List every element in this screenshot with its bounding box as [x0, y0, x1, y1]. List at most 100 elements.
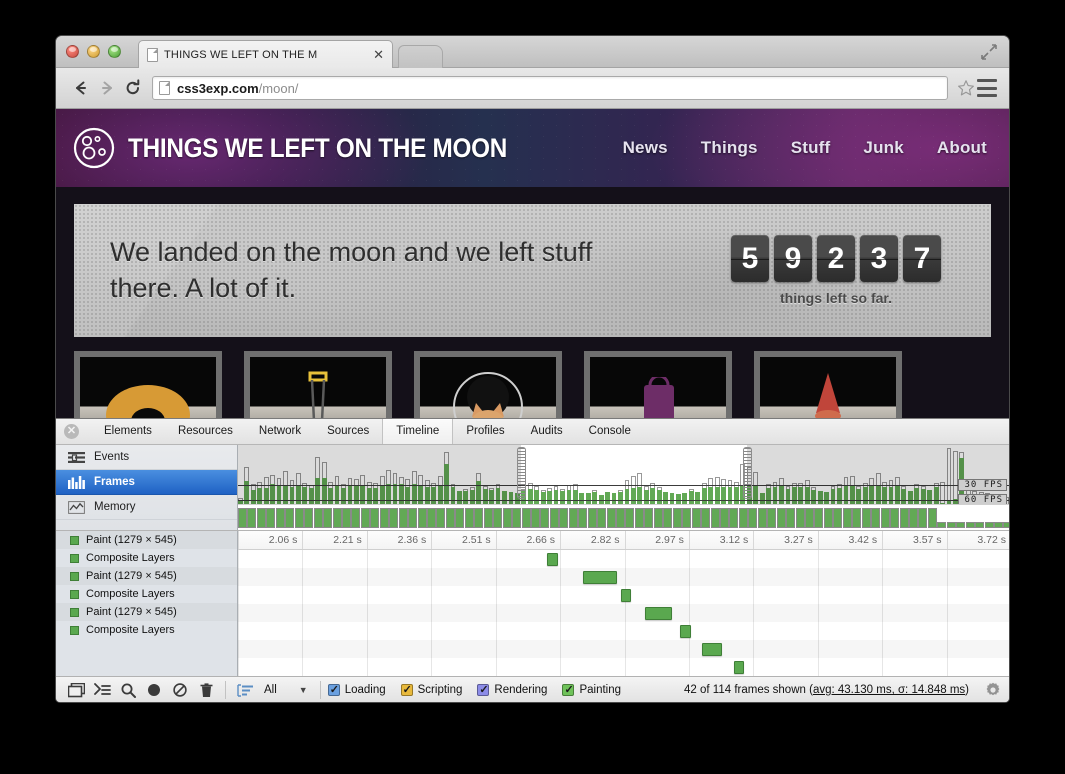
- gear-icon[interactable]: [985, 682, 1001, 698]
- url-host: css3exp.com: [177, 81, 259, 96]
- reload-icon[interactable]: [120, 75, 146, 101]
- frame-bar-green: [625, 489, 630, 504]
- forward-icon[interactable]: [94, 75, 120, 101]
- frame-strip-cell: [947, 522, 956, 528]
- console-drawer-icon[interactable]: [90, 680, 114, 701]
- timeline-event-bar[interactable]: [583, 571, 617, 584]
- timeline-row[interactable]: [238, 550, 1009, 568]
- browser-tab-strip: THINGS WE LEFT ON THE M ✕: [56, 36, 1009, 68]
- record-row-label[interactable]: Paint (1279 × 545): [56, 603, 237, 621]
- checkbox-loading[interactable]: Loading: [328, 684, 386, 696]
- search-icon[interactable]: [116, 680, 140, 701]
- tab-sources[interactable]: Sources: [314, 419, 382, 444]
- timeline-event-bar[interactable]: [621, 589, 631, 602]
- counter-widget: 5 9 2 3 7 things left so far.: [731, 235, 941, 306]
- site-page-icon: [159, 81, 170, 95]
- dock-icon[interactable]: [64, 680, 88, 701]
- record-row-label[interactable]: Composite Layers: [56, 585, 237, 603]
- filter-dropdown[interactable]: All ▼: [259, 681, 313, 700]
- frame-strip-cell: [616, 508, 625, 528]
- timeline-event-bar[interactable]: [734, 661, 744, 674]
- checkbox-painting[interactable]: Painting: [562, 684, 621, 696]
- records-timeline-graph[interactable]: 2.06 s2.21 s2.36 s2.51 s2.66 s2.82 s2.97…: [238, 531, 1009, 676]
- frame-bar-green: [734, 487, 739, 504]
- record-icon[interactable]: [142, 680, 166, 701]
- overview-selection-handle-left[interactable]: [517, 447, 526, 499]
- site-nav: News Things Stuff Junk About: [623, 138, 987, 158]
- frame-bar-green: [586, 493, 591, 504]
- browser-menu-icon[interactable]: [977, 79, 997, 97]
- timeline-row[interactable]: [238, 622, 1009, 640]
- checkbox-box: [328, 684, 340, 696]
- timeline-event-bar[interactable]: [547, 553, 558, 566]
- browser-tab-title: THINGS WE LEFT ON THE M: [164, 49, 369, 61]
- address-bar[interactable]: css3exp.com/moon/: [152, 76, 948, 100]
- frame-bar: [663, 491, 668, 504]
- trash-icon[interactable]: [194, 680, 218, 701]
- timeline-overview-area: Events Frames: [56, 445, 1009, 530]
- frame-bar: [676, 493, 681, 504]
- timeline-row[interactable]: [238, 658, 1009, 676]
- timeline-event-bar[interactable]: [645, 607, 673, 620]
- frames-summary: 42 of 114 frames shown (avg: 43.130 ms, …: [684, 684, 969, 696]
- timeline-row[interactable]: [238, 640, 1009, 658]
- filter-icon[interactable]: [233, 680, 257, 701]
- tab-resources[interactable]: Resources: [165, 419, 246, 444]
- frame-strip-cell: [928, 508, 937, 528]
- frame-strip-cell: [767, 508, 776, 528]
- record-row-label[interactable]: Paint (1279 × 545): [56, 567, 237, 585]
- window-traffic-lights: [66, 45, 121, 58]
- record-row-label[interactable]: Composite Layers: [56, 549, 237, 567]
- ruler-tick: 2.06 s: [238, 531, 302, 549]
- frame-strip-cell: [569, 508, 578, 528]
- nav-item-news[interactable]: News: [623, 138, 668, 158]
- window-maximize-button[interactable]: [108, 45, 121, 58]
- record-label-text: Paint (1279 × 545): [86, 534, 177, 546]
- timeline-event-bar[interactable]: [702, 643, 722, 656]
- close-icon[interactable]: ✕: [373, 48, 384, 61]
- bookmark-star-icon[interactable]: [957, 79, 975, 97]
- record-label-text: Composite Layers: [86, 588, 175, 600]
- tab-timeline[interactable]: Timeline: [382, 419, 453, 444]
- desktop-background: THINGS WE LEFT ON THE M ✕: [0, 0, 1065, 774]
- nav-item-stuff[interactable]: Stuff: [791, 138, 831, 158]
- frame-strip-cell: [361, 508, 370, 528]
- frames-overview-chart[interactable]: 30 FPS 60 FPS: [238, 445, 1009, 530]
- nav-item-junk[interactable]: Junk: [863, 138, 903, 158]
- timeline-row[interactable]: [238, 568, 1009, 586]
- ruler-tick: 3.42 s: [818, 531, 882, 549]
- ruler-tick: 3.72 s: [947, 531, 1009, 549]
- window-close-button[interactable]: [66, 45, 79, 58]
- browser-tab[interactable]: THINGS WE LEFT ON THE M ✕: [138, 40, 393, 68]
- window-minimize-button[interactable]: [87, 45, 100, 58]
- tab-elements[interactable]: Elements: [91, 419, 165, 444]
- frame-strip-cell: [635, 508, 644, 528]
- timeline-row[interactable]: [238, 604, 1009, 622]
- checkbox-scripting[interactable]: Scripting: [401, 684, 463, 696]
- overview-selection-handle-right[interactable]: [743, 447, 752, 499]
- frame-strip-cell: [578, 508, 587, 528]
- frame-bar-outline: [618, 490, 623, 492]
- record-row-label[interactable]: Paint (1279 × 545): [56, 531, 237, 549]
- sidebar-item-memory[interactable]: Memory: [56, 495, 237, 520]
- tab-network[interactable]: Network: [246, 419, 314, 444]
- back-icon[interactable]: [68, 75, 94, 101]
- frame-strip-cell: [370, 508, 379, 528]
- tab-console[interactable]: Console: [576, 419, 644, 444]
- record-row-label[interactable]: Composite Layers: [56, 621, 237, 639]
- new-tab-button[interactable]: [398, 45, 443, 68]
- checkbox-rendering[interactable]: Rendering: [477, 684, 547, 696]
- sidebar-item-events[interactable]: Events: [56, 445, 237, 470]
- tab-audits[interactable]: Audits: [518, 419, 576, 444]
- nav-item-about[interactable]: About: [937, 138, 987, 158]
- clear-icon[interactable]: [168, 680, 192, 701]
- nav-item-things[interactable]: Things: [701, 138, 758, 158]
- timeline-event-bar[interactable]: [680, 625, 691, 638]
- tab-profiles[interactable]: Profiles: [453, 419, 517, 444]
- sidebar-item-frames[interactable]: Frames: [56, 470, 237, 495]
- checkbox-label: Rendering: [494, 684, 547, 696]
- frame-strip-cell: [1003, 522, 1009, 528]
- fullscreen-icon[interactable]: [981, 44, 997, 60]
- devtools-close-icon[interactable]: ✕: [64, 424, 79, 439]
- ruler-tick: 2.97 s: [625, 531, 689, 549]
